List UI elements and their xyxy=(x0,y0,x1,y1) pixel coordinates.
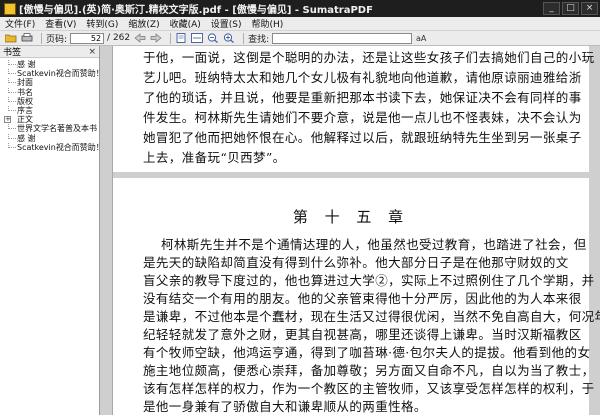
bookmark-item[interactable]: 版权 xyxy=(0,96,99,106)
page-top-section: 于他，一面说，这倒是个聪明的办法，还是让这些女孩子们去搞她们自己的小玩 艺儿吧。… xyxy=(113,46,594,172)
sidebar-title: 书签 xyxy=(3,48,22,58)
bookmark-item[interactable]: Scatkevin视合而赞助！ xyxy=(0,142,99,152)
text-line: 是他一身兼有了骄傲自大和谦卑顺从的两重性格。 xyxy=(143,399,427,414)
menu-help[interactable]: 帮助(H) xyxy=(252,17,284,30)
menu-zoom[interactable]: 缩放(Z) xyxy=(128,17,159,30)
chapter-title: 第 十 五 章 xyxy=(292,208,410,226)
toolbar: 页码: / 262 查找: aA xyxy=(0,31,600,46)
page-number-input[interactable] xyxy=(70,32,105,44)
text-line: 施主地位颇高，便悉心崇拜，备加尊敬；另方面又自命不凡，自以为当了教士， xyxy=(143,363,595,378)
page-bottom-section: 第 十 五 章 柯林斯先生并不是个通情达理的人，他虽然也受过教育，也踏进了社会，… xyxy=(113,178,600,415)
svg-text:aA: aA xyxy=(416,34,427,43)
title-bar: [傲慢与偏见].(英)简·奥斯汀.精校文字版.pdf - [傲慢与偏见] - S… xyxy=(0,0,600,17)
open-folder-icon[interactable] xyxy=(5,33,17,44)
text-line: 她冒犯了他而把她怀恨在心。他解释过以后，就跟班纳特先生坐到另一张桌子 xyxy=(143,130,582,145)
menu-file[interactable]: 文件(F) xyxy=(5,17,35,30)
text-line: 上去，准备玩“贝西梦”。 xyxy=(143,150,286,165)
prev-page-icon[interactable] xyxy=(134,33,146,44)
bookmark-item[interactable]: 序言 xyxy=(0,105,99,115)
next-page-icon[interactable] xyxy=(150,33,162,44)
find-label: 查找: xyxy=(248,34,270,45)
print-icon[interactable] xyxy=(21,33,33,44)
text-line: 有个牧师空缺，他鸿运亨通，得到了咖苔琳·德·包尔夫人的提拔。他看到他的女 xyxy=(143,345,591,360)
zoom-out-icon[interactable] xyxy=(207,33,219,44)
bookmarks-sidebar: 书签 × 感 谢 Scatkevin视合而赞助！ 封面 书名 版权 序言 + 正文… xyxy=(0,46,100,415)
bookmark-item[interactable]: 感 谢 xyxy=(0,60,99,69)
close-window-button[interactable]: × xyxy=(581,2,598,15)
bookmark-item[interactable]: 书名 xyxy=(0,87,99,97)
menu-view[interactable]: 查看(V) xyxy=(45,17,76,30)
zoom-in-icon[interactable] xyxy=(223,33,235,44)
maximize-button[interactable]: □ xyxy=(562,2,579,15)
fit-page-icon[interactable] xyxy=(175,33,187,44)
toolbar-separator xyxy=(170,32,172,44)
window-title: [傲慢与偏见].(英)简·奥斯汀.精校文字版.pdf - [傲慢与偏见] - S… xyxy=(19,5,373,16)
bookmark-item[interactable]: 封面 xyxy=(0,78,99,87)
bookmark-tree: 感 谢 Scatkevin视合而赞助！ 封面 书名 版权 序言 + 正文 世界文学… xyxy=(0,58,99,152)
toolbar-separator xyxy=(243,32,245,44)
text-line: 盲父亲的教导下度过的，他也算进过大学②，实际上不过照例住了几个学期，并 xyxy=(143,273,595,288)
document-page: 于他，一面说，这倒是个聪明的办法，还是让这些女孩子们去搞她们自己的小玩 艺儿吧。… xyxy=(112,46,600,415)
page-total: / 262 xyxy=(107,33,131,43)
menu-goto[interactable]: 转到(G) xyxy=(86,17,118,30)
text-line: 是谦卑，不过他本是个蠢材，现在生活又过得很优闲，当然不免自高自大，何况年 xyxy=(143,309,600,324)
menu-bar: 文件(F) 查看(V) 转到(G) 缩放(Z) 收藏(A) 设置(S) 帮助(H… xyxy=(0,17,600,31)
text-line: 于他，一面说，这倒是个聪明的办法，还是让这些女孩子们去搞她们自己的小玩 xyxy=(143,50,595,65)
bookmark-item[interactable]: Scatkevin视合而赞助！ xyxy=(0,69,99,78)
text-line: 是先天的缺陷却简直没有得到什么弥补。他大部分日子是在他那守财奴的文 xyxy=(143,255,569,270)
expand-icon[interactable]: + xyxy=(4,116,11,124)
bookmark-item[interactable]: 世界文学名著普及本书 xyxy=(0,124,99,133)
text-line: 了他的琐话，并且说，他要是重新把那本书读下去，她保证决不会有同样的事 xyxy=(143,90,582,105)
match-case-icon[interactable]: aA xyxy=(416,33,432,44)
menu-favorites[interactable]: 收藏(A) xyxy=(170,17,201,30)
fit-width-icon[interactable] xyxy=(191,33,204,44)
text-line: 没有结交一个有用的朋友。他的父亲管束得他十分严厉，因此他的为人本来很 xyxy=(143,291,582,306)
text-line: 件发生。柯林斯先生请她们不要介意，说是他一点儿也不怪表妹，决不会认为 xyxy=(143,110,582,125)
text-line: 艺儿吧。班纳特太太和她几个女儿极有礼貌地向他道歉，请他原谅丽迪雅给浙 xyxy=(143,70,582,85)
close-sidebar-icon[interactable]: × xyxy=(88,47,96,57)
text-line: 纪轻轻就发了意外之财，更其自视甚高，哪里还谈得上谦卑。当时汉斯福教区 xyxy=(143,327,582,342)
bookmark-item-expandable[interactable]: + 正文 xyxy=(0,115,99,124)
sidebar-header: 书签 × xyxy=(0,46,99,58)
search-input[interactable] xyxy=(272,32,413,44)
text-line: 柯林斯先生并不是个通情达理的人，他虽然也受过教育，也踏进了社会，但 xyxy=(161,237,587,252)
text-line: 该有怎样怎样的权力，作为一个教区的主管牧师，又该享受怎样怎样的权利，于 xyxy=(143,381,595,396)
bookmark-item[interactable]: 感 谢 xyxy=(0,133,99,143)
menu-settings[interactable]: 设置(S) xyxy=(211,17,242,30)
document-viewer[interactable]: 于他，一面说，这倒是个聪明的办法，还是让这些女孩子们去搞她们自己的小玩 艺儿吧。… xyxy=(100,46,600,415)
toolbar-separator xyxy=(41,32,42,44)
app-icon xyxy=(4,2,16,15)
minimize-button[interactable]: _ xyxy=(543,2,560,15)
page-label: 页码: xyxy=(46,34,68,45)
